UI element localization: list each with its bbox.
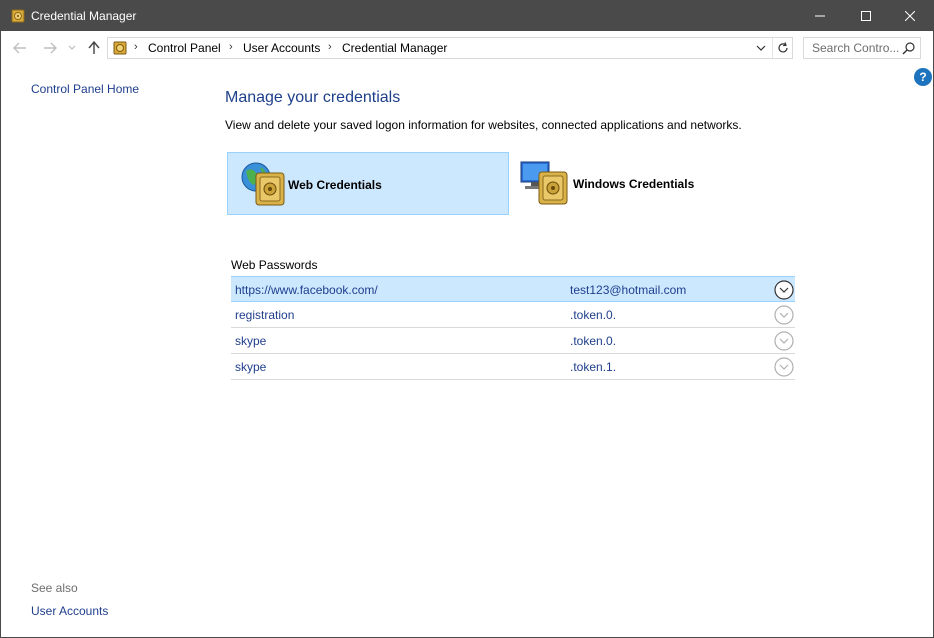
- address-bar[interactable]: › Control Panel › User Accounts › Creden…: [107, 37, 793, 59]
- recent-locations-button[interactable]: [67, 40, 77, 56]
- forward-button[interactable]: [41, 40, 59, 56]
- chevron-down-circle-icon[interactable]: [774, 280, 794, 300]
- page-title: Manage your credentials: [225, 89, 401, 106]
- close-icon: [905, 11, 915, 21]
- breadcrumb-control-panel[interactable]: Control Panel: [148, 41, 221, 55]
- title-bar[interactable]: Credential Manager: [1, 1, 933, 31]
- refresh-icon: [777, 42, 788, 53]
- breadcrumb-credential-manager[interactable]: Credential Manager: [342, 41, 447, 55]
- maximize-button[interactable]: [843, 1, 889, 31]
- web-credentials-label: Web Credentials: [288, 178, 382, 192]
- password-site: skype: [235, 334, 267, 348]
- password-user: .token.0.: [570, 334, 617, 348]
- password-row[interactable]: skype .token.0.: [231, 328, 795, 354]
- credential-manager-window: Credential Manager › Control Panel › Use…: [0, 0, 934, 638]
- see-also-label: See also: [31, 581, 78, 595]
- chevron-down-circle-icon[interactable]: [774, 305, 794, 325]
- windows-credentials-vault-icon: [520, 161, 568, 205]
- help-icon[interactable]: ?: [914, 68, 932, 86]
- minimize-icon: [815, 15, 825, 17]
- chevron-right-icon: ›: [328, 41, 332, 53]
- password-row[interactable]: registration .token.0.: [231, 302, 795, 328]
- chevron-right-icon: ›: [134, 41, 138, 53]
- address-dropdown-button[interactable]: [753, 38, 769, 58]
- search-input[interactable]: [804, 38, 900, 58]
- chevron-right-icon: ›: [229, 41, 233, 53]
- credential-manager-icon: [11, 9, 25, 23]
- web-passwords-heading: Web Passwords: [231, 258, 318, 272]
- arrow-up-icon: [88, 41, 100, 54]
- password-user: test123@hotmail.com: [570, 283, 687, 297]
- web-credentials-vault-icon: [241, 162, 285, 206]
- breadcrumb-user-accounts[interactable]: User Accounts: [243, 41, 320, 55]
- navigation-bar: › Control Panel › User Accounts › Creden…: [1, 31, 933, 65]
- refresh-button[interactable]: [772, 38, 792, 58]
- password-site: registration: [235, 308, 295, 322]
- up-button[interactable]: [85, 40, 103, 56]
- web-passwords-list: https://www.facebook.com/ test123@hotmai…: [231, 276, 795, 380]
- password-user: .token.0.: [570, 308, 617, 322]
- password-row[interactable]: https://www.facebook.com/ test123@hotmai…: [231, 276, 795, 302]
- chevron-down-icon: [756, 45, 766, 51]
- user-accounts-link[interactable]: User Accounts: [31, 604, 108, 618]
- web-credentials-tile[interactable]: Web Credentials: [227, 152, 509, 215]
- password-row[interactable]: skype .token.1.: [231, 354, 795, 380]
- chevron-down-circle-icon[interactable]: [774, 357, 794, 377]
- minimize-button[interactable]: [797, 1, 843, 31]
- arrow-left-icon: [13, 42, 26, 54]
- search-icon[interactable]: [902, 41, 916, 55]
- password-user: .token.1.: [570, 360, 617, 374]
- windows-credentials-tile[interactable]: Windows Credentials: [511, 152, 793, 215]
- control-panel-home-link[interactable]: Control Panel Home: [31, 82, 139, 96]
- chevron-down-circle-icon[interactable]: [774, 331, 794, 351]
- windows-credentials-label: Windows Credentials: [573, 177, 695, 191]
- maximize-icon: [861, 11, 871, 21]
- arrow-right-icon: [44, 42, 57, 54]
- password-site: https://www.facebook.com/: [235, 283, 378, 297]
- page-description: View and delete your saved logon informa…: [225, 118, 742, 132]
- window-title: Credential Manager: [31, 9, 137, 23]
- chevron-down-icon: [68, 45, 76, 50]
- back-button[interactable]: [11, 40, 29, 56]
- search-box[interactable]: [803, 37, 921, 59]
- control-panel-icon: [113, 41, 127, 55]
- close-button[interactable]: [887, 1, 933, 31]
- password-site: skype: [235, 360, 267, 374]
